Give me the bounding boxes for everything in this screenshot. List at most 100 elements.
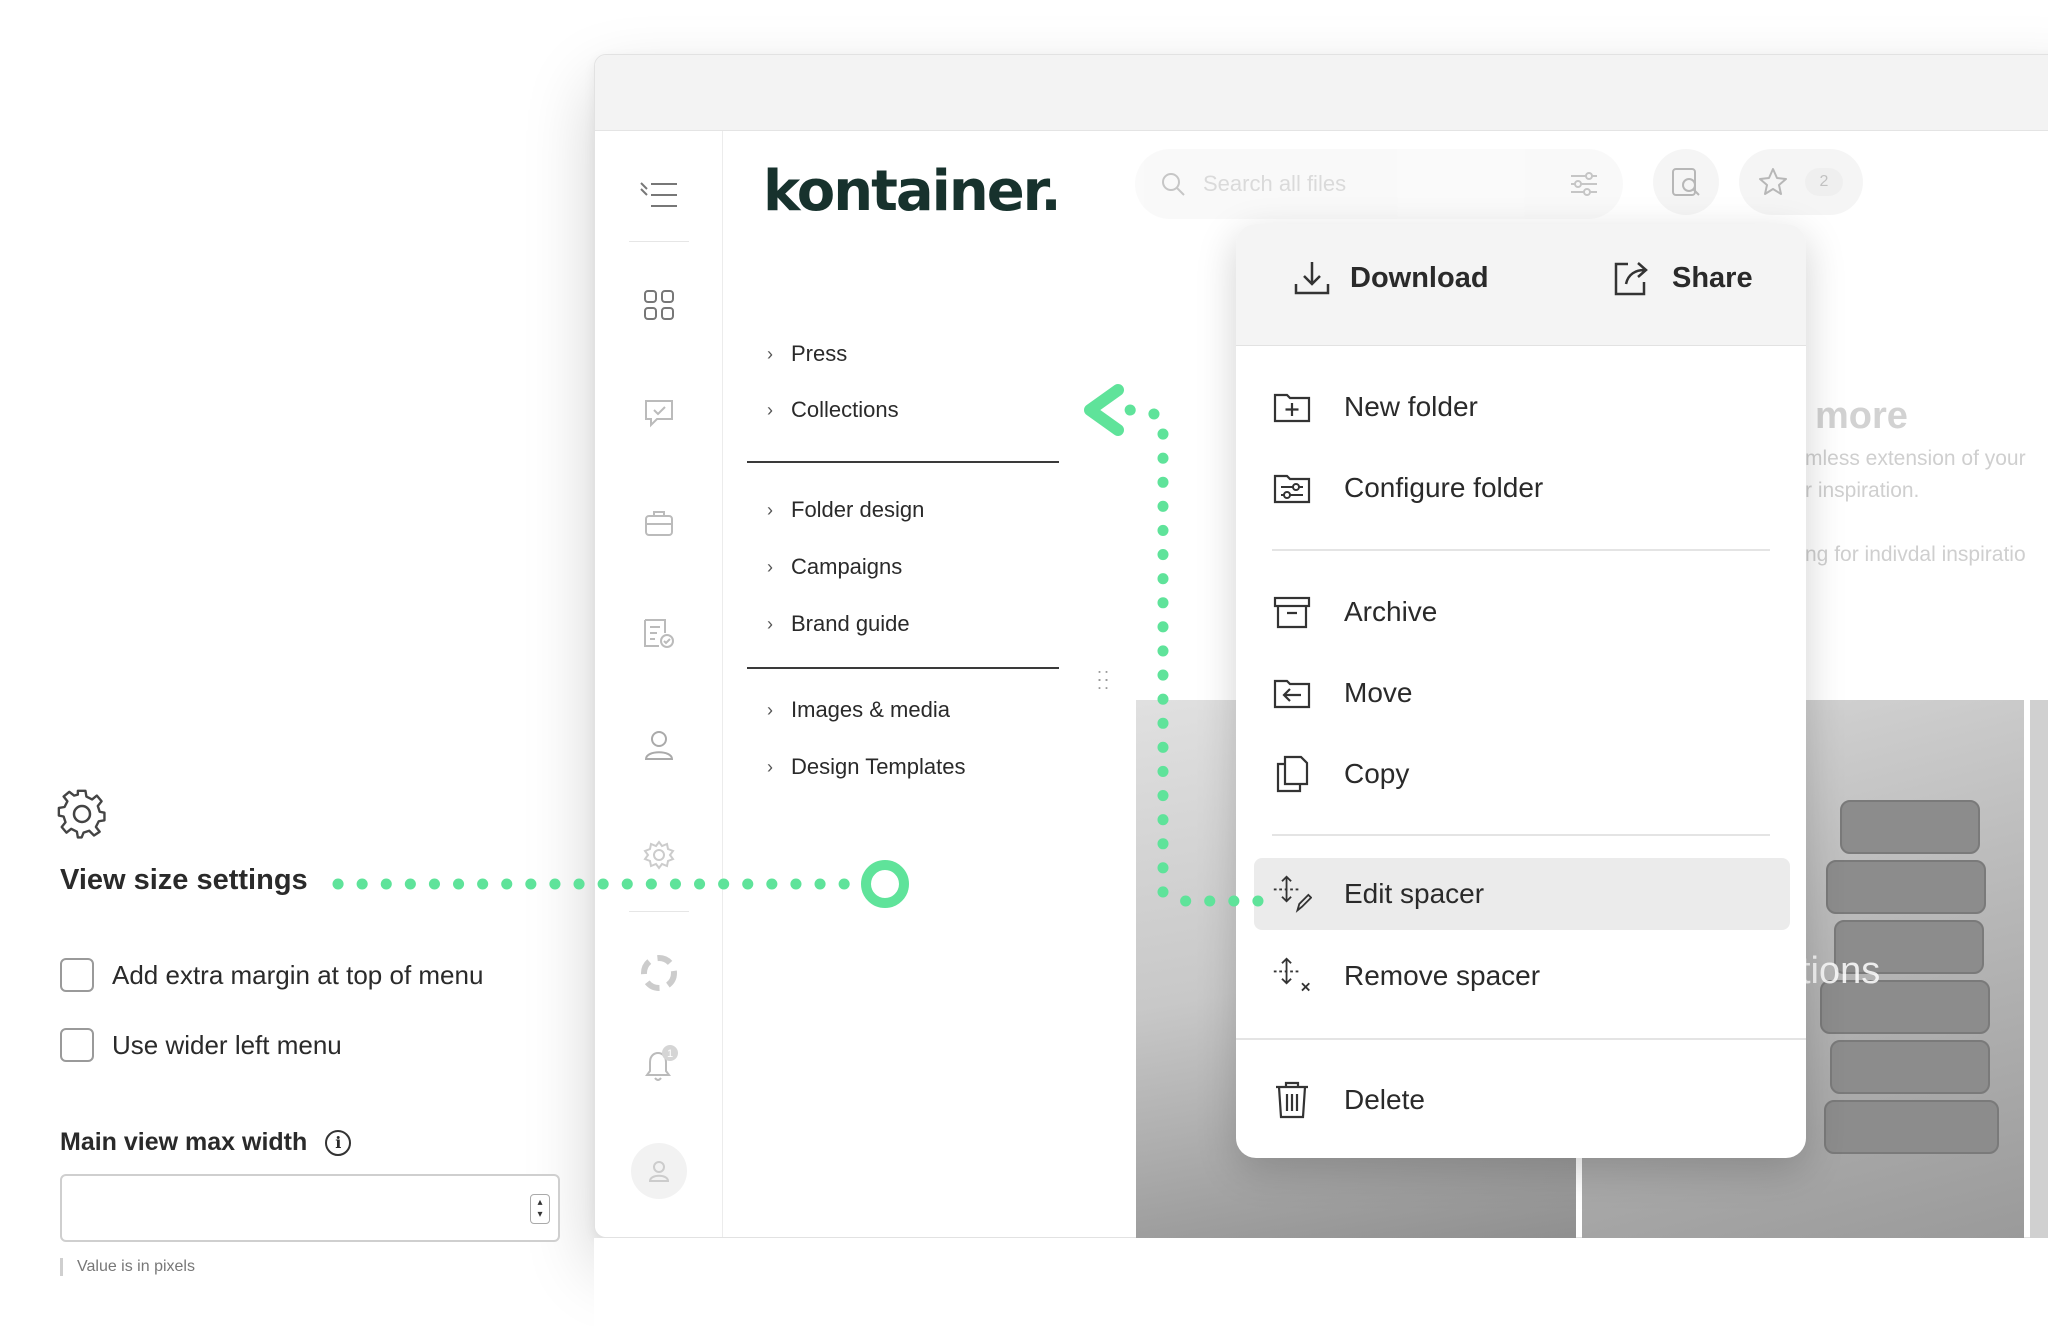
document-search-icon xyxy=(1672,168,1700,196)
nav-item-brand-guide[interactable]: › Brand guide xyxy=(767,611,910,637)
menu-item-copy[interactable]: Copy xyxy=(1272,738,1770,810)
nav-item-collections[interactable]: › Collections xyxy=(767,397,899,423)
menu-quick-actions: Download Share xyxy=(1236,224,1806,346)
folder-plus-icon xyxy=(1272,387,1312,427)
spacer-edit-icon xyxy=(1272,874,1312,914)
option-extra-margin[interactable]: Add extra margin at top of menu xyxy=(60,958,483,992)
menu-item-label: New folder xyxy=(1344,391,1478,422)
star-icon xyxy=(1759,168,1787,195)
chevron-right-icon: › xyxy=(767,556,773,577)
option-label: Use wider left menu xyxy=(112,1029,342,1060)
chevron-right-icon: › xyxy=(767,399,773,420)
menu-divider xyxy=(1272,549,1770,551)
books-illustration xyxy=(1820,800,2010,1220)
menu-item-label: Move xyxy=(1344,677,1413,708)
share-label: Share xyxy=(1672,261,1753,294)
gallery-label: tions xyxy=(1800,950,1881,992)
nav-item-label: Images & media xyxy=(791,697,950,722)
max-width-label: Main view max width i xyxy=(60,1128,352,1157)
archive-box-icon xyxy=(1272,592,1312,632)
folder-nav: kontainer. › Press › Collections › Folder d… xyxy=(723,131,1133,1237)
nav-item-label: Design Templates xyxy=(791,754,966,779)
nav-item-press[interactable]: › Press xyxy=(767,341,847,367)
chevron-right-icon: › xyxy=(767,699,773,720)
share-icon xyxy=(1614,262,1648,296)
menu-item-configure-folder[interactable]: Configure folder xyxy=(1272,452,1770,524)
help-text: Value is in pixels xyxy=(60,1258,195,1276)
number-stepper[interactable]: ▴ ▾ xyxy=(530,1194,550,1224)
menu-item-label: Remove spacer xyxy=(1344,960,1541,991)
profile-icon[interactable] xyxy=(631,1143,687,1199)
menu-item-label: Copy xyxy=(1344,758,1410,789)
rail-divider xyxy=(629,241,689,242)
preview-search-button[interactable] xyxy=(1653,149,1719,215)
chevron-right-icon: › xyxy=(767,343,773,364)
context-menu: Download Share New folder Configure fold… xyxy=(1236,224,1806,1158)
nav-item-label: Brand guide xyxy=(791,611,910,636)
download-button[interactable]: Download xyxy=(1292,258,1489,298)
drag-handle-icon[interactable]: :::: xyxy=(1097,666,1111,692)
chevron-right-icon: › xyxy=(767,613,773,634)
search-bar[interactable]: Search all files xyxy=(1135,149,1623,219)
trash-icon xyxy=(1272,1080,1312,1120)
nav-item-label: Collections xyxy=(791,397,899,422)
chat-check-icon[interactable] xyxy=(635,389,683,437)
menu-item-label: Edit spacer xyxy=(1344,878,1485,909)
notification-count: 1 xyxy=(667,1048,673,1060)
nav-item-label: Press xyxy=(791,341,848,366)
nav-item-label: Folder design xyxy=(791,497,925,522)
extra-margin-checkbox[interactable] xyxy=(60,958,94,992)
window-bottom-mask xyxy=(594,1238,2048,1326)
menu-item-new-folder[interactable]: New folder xyxy=(1272,371,1770,443)
filter-sliders-icon[interactable] xyxy=(1569,170,1599,198)
menu-divider xyxy=(1236,1038,1806,1040)
chevron-right-icon: › xyxy=(767,499,773,520)
max-width-label-text: Main view max width xyxy=(60,1128,308,1156)
menu-item-edit-spacer[interactable]: Edit spacer xyxy=(1254,858,1790,930)
favorites-count: 2 xyxy=(1805,168,1843,196)
share-button[interactable]: Share xyxy=(1610,258,1753,298)
user-icon[interactable] xyxy=(635,721,683,769)
menu-divider xyxy=(1272,834,1770,836)
collapse-menu-icon[interactable] xyxy=(635,171,683,219)
menu-item-label: Delete xyxy=(1344,1084,1425,1115)
nav-item-images-media[interactable]: › Images & media xyxy=(767,697,950,723)
menu-item-delete[interactable]: Delete xyxy=(1272,1064,1770,1136)
option-label: Add extra margin at top of menu xyxy=(112,959,484,990)
bell-icon[interactable]: 1 xyxy=(635,1041,683,1089)
rail-divider xyxy=(629,911,689,912)
settings-title: View size settings xyxy=(60,864,308,896)
gallery-image[interactable] xyxy=(2030,700,2048,1240)
menu-item-label: Archive xyxy=(1344,596,1438,627)
wider-menu-checkbox[interactable] xyxy=(60,1028,94,1062)
lifebuoy-icon[interactable] xyxy=(635,949,683,997)
stage: 1 kontainer. › Press › Collections › Folder… xyxy=(0,0,2048,1326)
nav-item-design-templates[interactable]: › Design Templates xyxy=(767,754,965,780)
nav-item-label: Campaigns xyxy=(791,554,903,579)
favorites-button[interactable]: 2 xyxy=(1739,149,1863,215)
spacer-remove-icon xyxy=(1272,956,1312,996)
nav-spacer-line[interactable] xyxy=(747,667,1059,669)
icon-rail: 1 xyxy=(595,131,723,1237)
menu-item-move[interactable]: Move xyxy=(1272,657,1770,729)
download-icon xyxy=(1294,262,1330,295)
menu-item-archive[interactable]: Archive xyxy=(1272,576,1770,648)
copy-icon xyxy=(1272,754,1312,794)
menu-item-remove-spacer[interactable]: Remove spacer xyxy=(1272,940,1770,1012)
nav-item-folder-design[interactable]: › Folder design xyxy=(767,497,924,523)
kontainer-logo[interactable]: kontainer. xyxy=(763,159,1062,224)
nav-spacer-line[interactable] xyxy=(747,461,1059,463)
document-check-icon[interactable] xyxy=(635,609,683,657)
folder-settings-icon xyxy=(1272,468,1312,508)
info-icon[interactable]: i xyxy=(325,1129,352,1156)
option-wider-menu[interactable]: Use wider left menu xyxy=(60,1028,342,1062)
chevron-right-icon: › xyxy=(767,756,773,777)
max-width-input[interactable]: ▴ ▾ xyxy=(60,1174,560,1242)
window-titlebar xyxy=(595,55,2048,131)
nav-item-campaigns[interactable]: › Campaigns xyxy=(767,554,902,580)
search-input[interactable]: Search all files xyxy=(1203,171,1553,197)
grid-icon[interactable] xyxy=(635,281,683,329)
briefcase-icon[interactable] xyxy=(635,499,683,547)
gear-icon[interactable] xyxy=(635,831,683,879)
menu-item-label: Configure folder xyxy=(1344,472,1544,503)
